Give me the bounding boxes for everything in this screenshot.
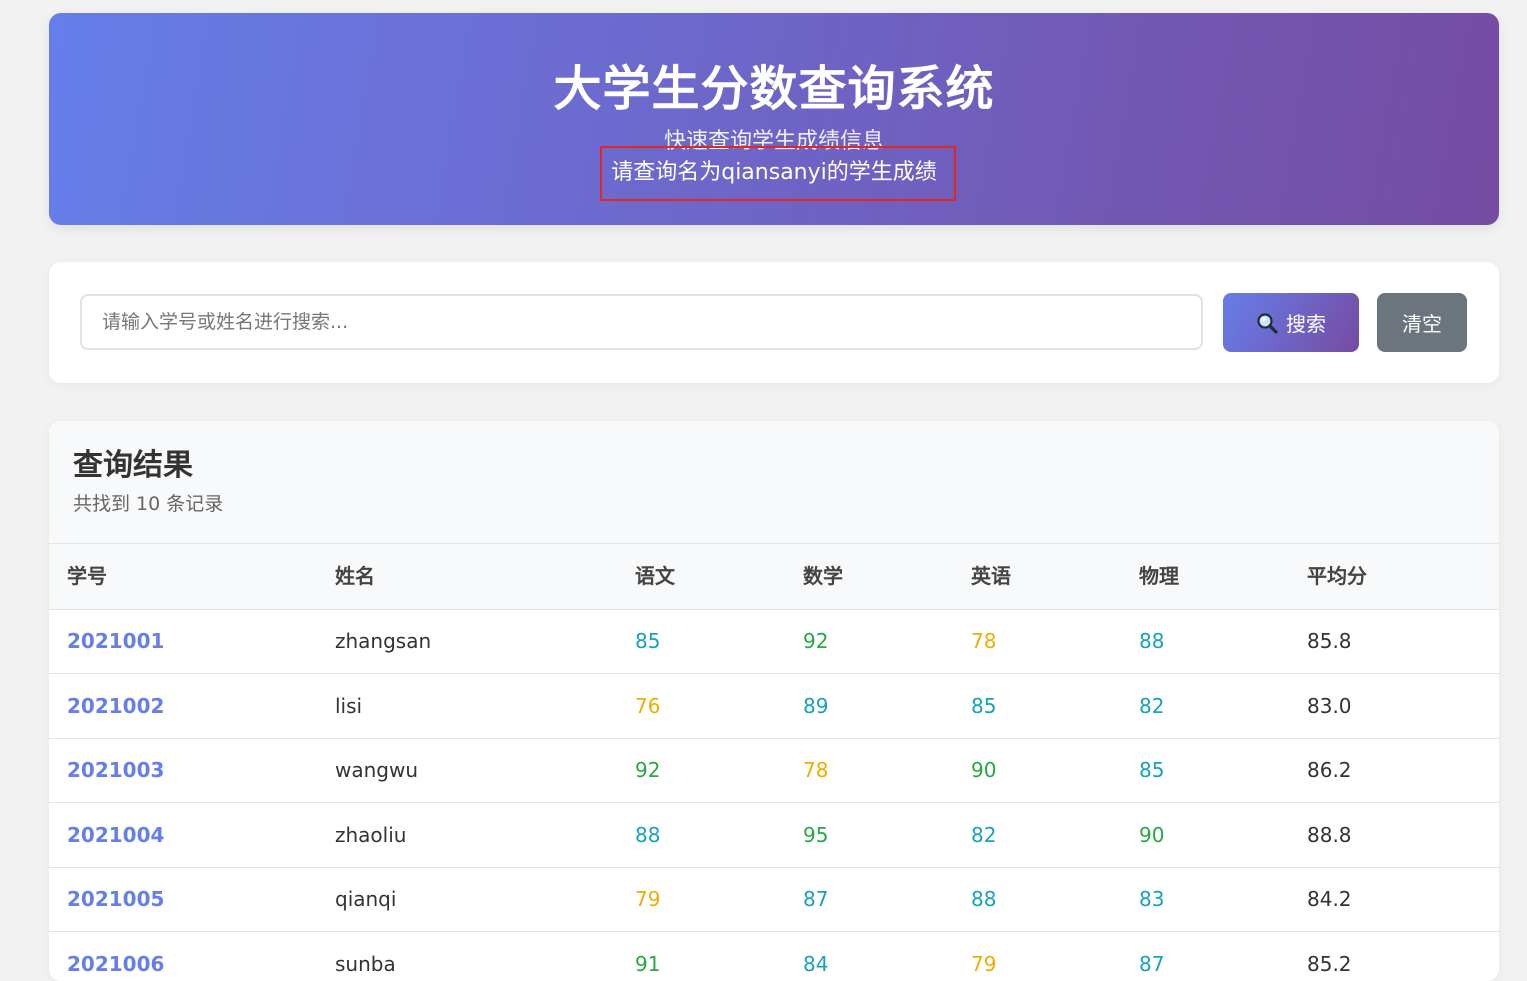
score-math-cell: 84 [785, 932, 953, 981]
column-header-id[interactable]: 学号 [49, 544, 317, 609]
student-name-cell: qianqi [317, 867, 617, 932]
student-id-link[interactable]: 2021005 [49, 867, 317, 932]
column-header-name[interactable]: 姓名 [317, 544, 617, 609]
column-header-math[interactable]: 数学 [785, 544, 953, 609]
score-physics-cell: 85 [1121, 738, 1289, 803]
score-math-cell: 89 [785, 674, 953, 739]
average-score-cell: 88.8 [1289, 803, 1499, 868]
search-button[interactable]: 搜索 [1223, 293, 1359, 352]
score-chinese-cell: 76 [617, 674, 785, 739]
student-id-link[interactable]: 2021004 [49, 803, 317, 868]
table-row[interactable]: 2021006sunba9184798785.2 [49, 932, 1499, 981]
score-physics-cell: 83 [1121, 867, 1289, 932]
score-chinese-cell: 85 [617, 609, 785, 674]
score-math-cell: 92 [785, 609, 953, 674]
page-title: 大学生分数查询系统 [49, 65, 1499, 113]
student-id-link[interactable]: 2021001 [49, 609, 317, 674]
highlight-annotation-box [600, 146, 956, 201]
table-row[interactable]: 2021004zhaoliu8895829088.8 [49, 803, 1499, 868]
page-header: 大学生分数查询系统 快速查询学生成绩信息 请查询名为qiansanyi的学生成绩 [49, 13, 1499, 225]
score-physics-cell: 82 [1121, 674, 1289, 739]
student-name-cell: sunba [317, 932, 617, 981]
student-name-cell: lisi [317, 674, 617, 739]
average-score-cell: 86.2 [1289, 738, 1499, 803]
average-score-cell: 83.0 [1289, 674, 1499, 739]
score-physics-cell: 87 [1121, 932, 1289, 981]
table-row[interactable]: 2021005qianqi7987888384.2 [49, 867, 1499, 932]
student-name-cell: zhangsan [317, 609, 617, 674]
search-input[interactable] [80, 294, 1203, 350]
clear-button[interactable]: 清空 [1377, 293, 1467, 352]
magnifier-icon [1256, 312, 1278, 334]
score-math-cell: 87 [785, 867, 953, 932]
average-score-cell: 85.8 [1289, 609, 1499, 674]
average-score-cell: 85.2 [1289, 932, 1499, 981]
results-header: 查询结果 共找到 10 条记录 [49, 421, 1499, 544]
score-math-cell: 95 [785, 803, 953, 868]
column-header-english[interactable]: 英语 [953, 544, 1121, 609]
score-english-cell: 85 [953, 674, 1121, 739]
table-row[interactable]: 2021002lisi7689858283.0 [49, 674, 1499, 739]
score-english-cell: 82 [953, 803, 1121, 868]
score-chinese-cell: 79 [617, 867, 785, 932]
average-score-cell: 84.2 [1289, 867, 1499, 932]
column-header-chinese[interactable]: 语文 [617, 544, 785, 609]
search-button-label: 搜索 [1286, 308, 1326, 337]
score-english-cell: 90 [953, 738, 1121, 803]
score-chinese-cell: 92 [617, 738, 785, 803]
score-english-cell: 88 [953, 867, 1121, 932]
column-header-average[interactable]: 平均分 [1289, 544, 1499, 609]
score-chinese-cell: 91 [617, 932, 785, 981]
column-header-physics[interactable]: 物理 [1121, 544, 1289, 609]
score-math-cell: 78 [785, 738, 953, 803]
table-header-row: 学号 姓名 语文 数学 英语 物理 平均分 [49, 544, 1499, 609]
results-title: 查询结果 [73, 451, 193, 481]
results-panel: 查询结果 共找到 10 条记录 学号 姓名 语文 数学 英语 物理 平均分 20… [49, 421, 1499, 981]
table-row[interactable]: 2021003wangwu9278908586.2 [49, 738, 1499, 803]
student-id-link[interactable]: 2021003 [49, 738, 317, 803]
student-id-link[interactable]: 2021006 [49, 932, 317, 981]
search-panel: 搜索 清空 [49, 262, 1499, 383]
score-physics-cell: 90 [1121, 803, 1289, 868]
score-english-cell: 78 [953, 609, 1121, 674]
student-id-link[interactable]: 2021002 [49, 674, 317, 739]
score-chinese-cell: 88 [617, 803, 785, 868]
score-english-cell: 79 [953, 932, 1121, 981]
results-count: 共找到 10 条记录 [73, 495, 223, 514]
table-row[interactable]: 2021001zhangsan8592788885.8 [49, 609, 1499, 674]
score-physics-cell: 88 [1121, 609, 1289, 674]
student-name-cell: zhaoliu [317, 803, 617, 868]
results-table: 学号 姓名 语文 数学 英语 物理 平均分 2021001zhangsan859… [49, 544, 1499, 981]
student-name-cell: wangwu [317, 738, 617, 803]
